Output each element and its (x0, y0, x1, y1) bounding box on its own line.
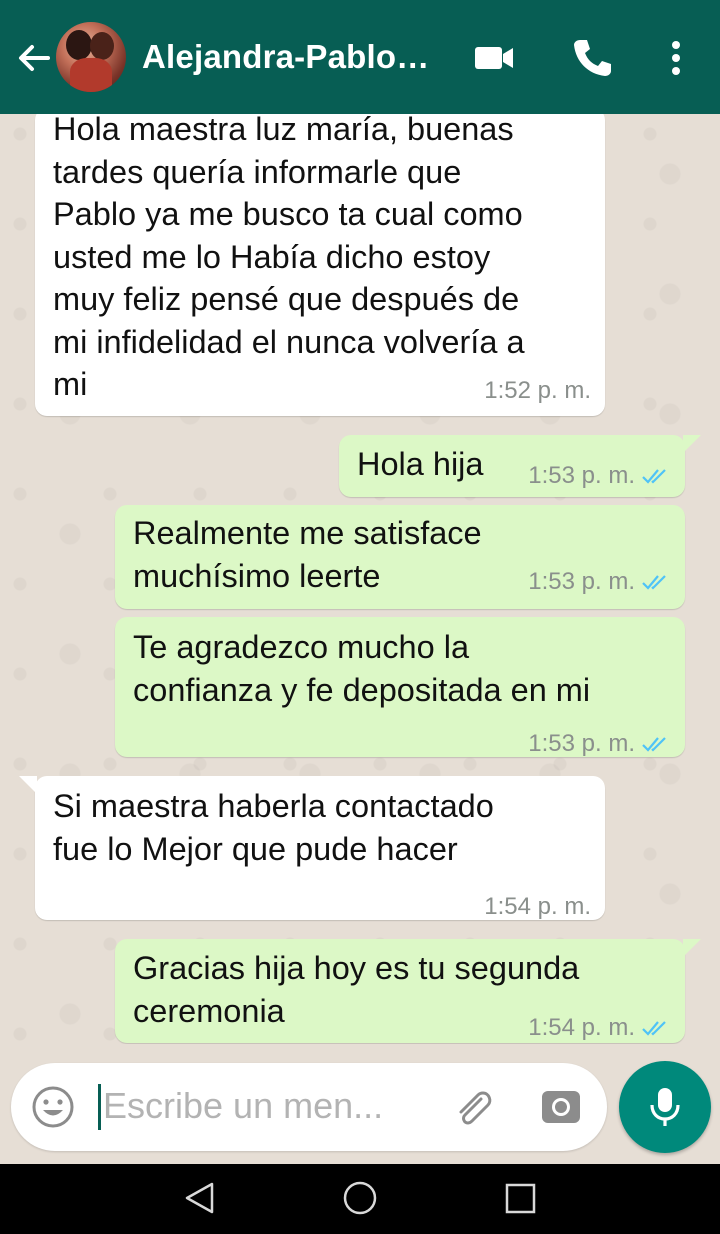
message-meta: 1:53 p. m. (528, 723, 671, 766)
message-meta: 1:53 p. m. (528, 455, 671, 498)
emoji-icon[interactable] (31, 1085, 75, 1129)
video-call-icon[interactable] (472, 36, 516, 80)
bubble-tail (683, 435, 701, 453)
bubble-tail (19, 776, 37, 794)
message-time: 1:53 p. m. (528, 730, 635, 757)
read-ticks-icon (642, 575, 666, 590)
message-outgoing[interactable]: Hola hija 1:53 p. m. (339, 435, 685, 497)
read-ticks-icon (642, 737, 666, 752)
nav-back-icon[interactable] (182, 1180, 218, 1216)
back-arrow-icon[interactable] (14, 38, 54, 78)
contact-avatar[interactable] (56, 22, 126, 92)
chat-area[interactable]: Hola maestra luz maría, buenas tardes qu… (0, 114, 720, 1044)
message-text: Hola maestra luz maría, buenas tardes qu… (53, 114, 525, 402)
phone-icon[interactable] (570, 36, 614, 80)
message-input[interactable]: Escribe un men... (103, 1085, 383, 1127)
chat-header: Alejandra-Pablo… (0, 0, 720, 114)
contact-name[interactable]: Alejandra-Pablo… (142, 38, 429, 76)
attach-icon[interactable] (451, 1085, 495, 1129)
bubble-tail (683, 939, 701, 957)
microphone-icon (650, 1088, 680, 1126)
read-ticks-icon (642, 1021, 666, 1036)
message-composer[interactable]: Escribe un men... (11, 1063, 607, 1151)
message-outgoing[interactable]: Te agradezco mucho la confianza y fe dep… (115, 617, 685, 757)
nav-home-icon[interactable] (340, 1178, 380, 1218)
message-meta: 1:52 p. m. (484, 370, 591, 413)
message-text: Si maestra haberla contactado fue lo Mej… (53, 788, 494, 867)
message-text: Te agradezco mucho la confianza y fe dep… (133, 629, 591, 708)
message-meta: 1:54 p. m. (484, 886, 591, 929)
message-incoming[interactable]: Si maestra haberla contactado fue lo Mej… (35, 776, 605, 920)
read-ticks-icon (642, 469, 666, 484)
camera-icon[interactable] (539, 1085, 583, 1129)
message-time: 1:53 p. m. (528, 462, 635, 489)
more-options-icon[interactable] (656, 36, 700, 80)
message-incoming[interactable]: Hola maestra luz maría, buenas tardes qu… (35, 114, 605, 416)
nav-recents-icon[interactable] (504, 1182, 538, 1216)
message-time: 1:52 p. m. (484, 377, 591, 404)
message-outgoing[interactable]: Gracias hija hoy es tu segunda ceremonia… (115, 939, 685, 1043)
message-meta: 1:53 p. m. (528, 561, 671, 604)
android-nav-bar (0, 1164, 720, 1234)
message-outgoing[interactable]: Realmente me satisface muchísimo leerte … (115, 505, 685, 609)
message-time: 1:54 p. m. (528, 1014, 635, 1041)
microphone-button[interactable] (619, 1061, 711, 1153)
message-time: 1:53 p. m. (528, 568, 635, 595)
message-time: 1:54 p. m. (484, 893, 591, 920)
message-meta: 1:54 p. m. (528, 1007, 671, 1044)
text-cursor (98, 1084, 101, 1130)
